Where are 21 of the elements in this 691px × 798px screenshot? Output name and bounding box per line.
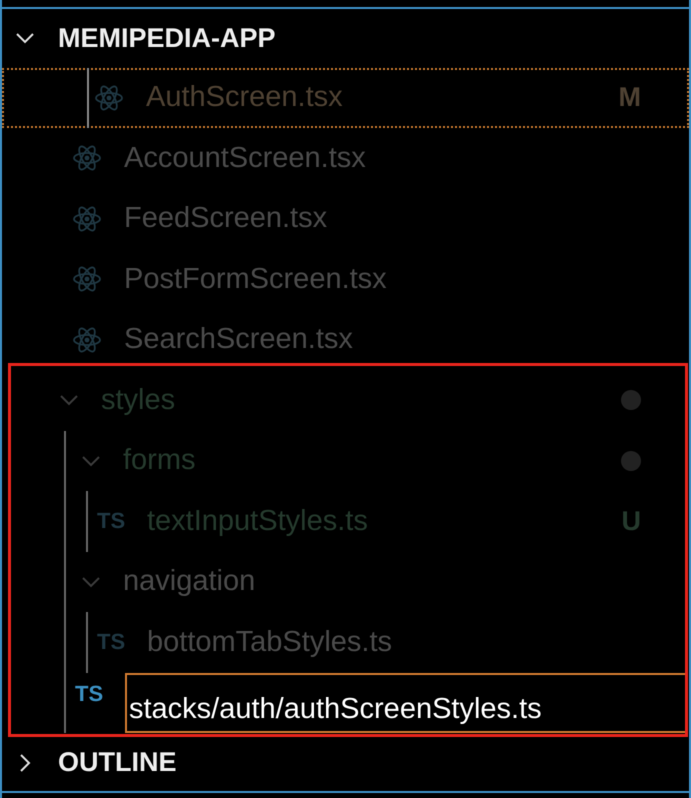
atom-icon — [72, 324, 102, 355]
typescript-icon: TS — [75, 680, 107, 706]
typescript-icon: TS — [97, 629, 129, 656]
atom-icon — [94, 82, 124, 113]
folder-item[interactable]: forms — [2, 430, 689, 491]
file-name-input[interactable]: stacks/auth/authScreenStyles.ts — [125, 672, 686, 733]
file-item[interactable]: AuthScreen.tsx M — [2, 68, 689, 128]
git-status-label: U — [622, 506, 641, 537]
git-status-label: M — [618, 82, 641, 114]
file-item[interactable]: TS textInputStyles.ts U — [2, 491, 689, 552]
atom-icon — [72, 143, 102, 174]
file-item[interactable]: PostFormScreen.tsx — [2, 249, 689, 310]
folder-item[interactable]: navigation — [2, 552, 689, 612]
folder-item[interactable]: styles — [2, 370, 689, 430]
file-item[interactable]: FeedScreen.tsx — [2, 188, 689, 249]
typescript-icon: TS — [97, 508, 129, 534]
file-item[interactable]: SearchScreen.tsx — [2, 310, 689, 370]
file-item[interactable]: AccountScreen.tsx — [2, 128, 689, 188]
file-item[interactable]: TS bottomTabStyles.ts — [2, 612, 689, 672]
atom-icon — [72, 264, 102, 294]
atom-icon — [72, 204, 102, 234]
